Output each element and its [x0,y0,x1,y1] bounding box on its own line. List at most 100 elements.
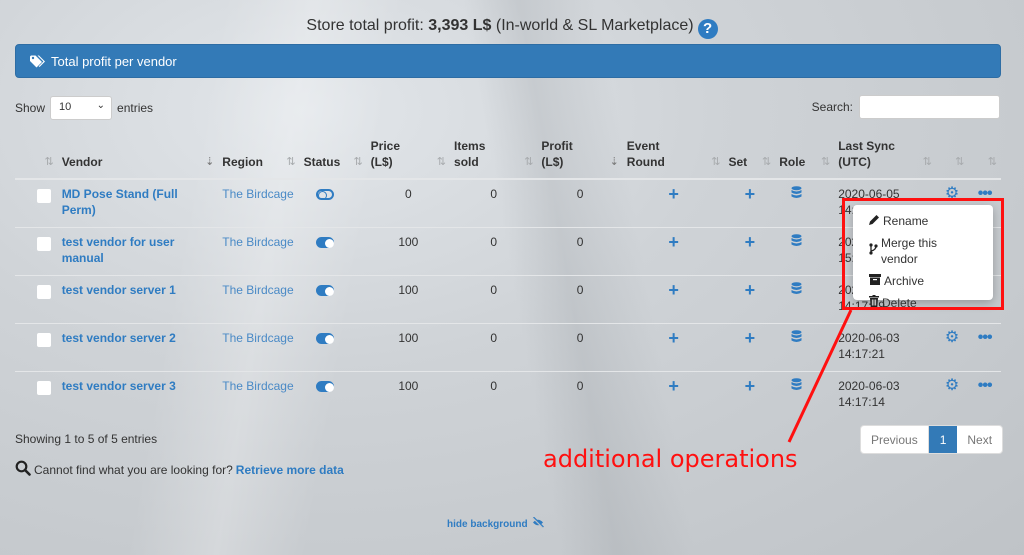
last-sync-cell: 2020-06-03 14:17:14 [834,370,936,419]
vendor-cell: test vendor server 3 [57,370,219,419]
add-set-icon[interactable]: + [728,329,771,347]
add-event-round-icon[interactable]: + [627,377,721,395]
more-cell: ••• [968,322,1001,371]
region-link[interactable]: The Birdcage [222,235,293,249]
col-price[interactable]: Price (L$) ⇅ [366,132,451,180]
col-profit[interactable]: Profit (L$) ⇣ [537,132,623,180]
settings-cell: ⚙ [935,322,969,371]
price-cell: 100 [366,274,451,323]
hide-background-link[interactable]: hide background [447,516,544,531]
vendor-link[interactable]: test vendor server 2 [62,331,176,345]
entries-select[interactable]: 10 ⌄ [50,96,113,120]
add-event-round-icon[interactable]: + [627,185,721,203]
sort-icon[interactable]: ⇅ [923,154,932,170]
status-toggle[interactable] [316,332,335,344]
col-last-sync[interactable]: Last Sync (UTC) ⇅ [834,132,936,180]
items-sold-cell: 0 [450,226,538,275]
row-checkbox[interactable] [37,284,51,299]
entries-length-control: Show 10 ⌄ entries [15,96,153,120]
add-event-round-icon[interactable]: + [627,281,721,299]
sort-icon[interactable]: ⇅ [711,154,720,170]
col-items-sold[interactable]: Items sold ⇅ [450,132,538,180]
sort-icon[interactable]: ⇅ [762,154,771,170]
price-cell: 100 [366,322,451,371]
set-cell: + [724,274,776,323]
sort-icon[interactable]: ⇅ [988,154,997,170]
status-cell [299,274,367,323]
add-set-icon[interactable]: + [728,281,771,299]
sort-icon[interactable]: ⇅ [44,154,53,170]
select-cell [15,322,58,371]
gear-icon[interactable]: ⚙ [940,377,965,394]
gear-icon[interactable]: ⚙ [940,329,965,346]
sort-icon[interactable]: ⇅ [955,154,964,170]
database-icon[interactable] [779,233,814,251]
sort-asc-icon[interactable]: ⇣ [205,154,214,170]
retrieve-more-data-link[interactable]: Retrieve more data [236,463,344,477]
settings-cell: ⚙ [935,370,969,419]
row-checkbox[interactable] [37,332,51,347]
col-set[interactable]: Set ⇅ [724,132,776,180]
region-link[interactable]: The Birdcage [222,283,293,297]
col-role[interactable]: Role ⇅ [775,132,835,180]
sync-time: 14:17:21 [838,346,885,361]
col-status[interactable]: Status ⇅ [299,132,367,180]
col-region[interactable]: Region ⇅ [218,132,300,180]
search-input[interactable] [859,95,1000,119]
database-icon[interactable] [779,281,814,299]
region-link[interactable]: The Birdcage [222,379,293,393]
tags-icon [30,55,46,68]
sort-icon[interactable]: ⇅ [286,154,295,170]
col-settings[interactable]: ⇅ [935,132,969,180]
row-checkbox[interactable] [37,380,51,395]
annotation-label: additional operations [543,445,798,473]
vendor-link[interactable]: test vendor server 1 [62,283,176,297]
col-more[interactable]: ⇅ [968,132,1001,180]
previous-page-button[interactable]: Previous [861,426,929,453]
status-toggle[interactable] [316,284,335,296]
vendor-link[interactable]: test vendor server 3 [62,379,176,393]
event-round-cell: + [622,370,725,419]
retrieve-row: Cannot find what you are looking for? Re… [15,460,344,479]
pagination: Previous 1 Next [860,425,1004,454]
sort-icon[interactable]: ⇅ [437,154,446,170]
more-options-icon[interactable]: ••• [972,377,997,394]
row-checkbox[interactable] [37,236,51,251]
select-cell [15,274,58,323]
role-cell [775,274,835,323]
sort-icon[interactable]: ⇅ [821,154,830,170]
entries-selected-value: 10 [59,101,72,113]
vendor-link[interactable]: MD Pose Stand (Full Perm) [62,187,178,217]
database-icon[interactable] [779,329,814,347]
sort-desc-icon[interactable]: ⇣ [610,154,619,170]
row-checkbox[interactable] [37,189,51,203]
database-icon[interactable] [779,186,814,203]
sort-icon[interactable]: ⇅ [524,154,533,170]
page-1-button[interactable]: 1 [928,426,958,453]
add-set-icon[interactable]: + [728,233,771,251]
set-cell: + [724,179,775,227]
col-vendor[interactable]: Vendor ⇣ [57,132,219,180]
add-set-icon[interactable]: + [728,377,771,395]
add-event-round-icon[interactable]: + [627,329,721,347]
status-toggle[interactable] [316,189,335,200]
vendor-link[interactable]: test vendor for user manual [62,235,175,265]
more-options-icon[interactable]: ••• [972,329,997,346]
items-sold-cell: 0 [450,370,538,419]
region-link[interactable]: The Birdcage [222,331,293,345]
add-set-icon[interactable]: + [728,185,771,203]
search-control: Search: [812,95,1000,119]
question-circle-icon[interactable]: ? [697,19,718,39]
next-page-button[interactable]: Next [957,426,1002,453]
more-cell: ••• [968,370,1001,419]
status-toggle[interactable] [316,380,335,392]
col-select[interactable]: ⇅ [15,132,58,180]
status-toggle[interactable] [316,236,335,248]
event-round-cell: + [622,322,725,371]
sort-icon[interactable]: ⇅ [353,154,362,170]
region-link[interactable]: The Birdcage [222,187,293,201]
database-icon[interactable] [779,377,814,395]
status-cell [299,322,367,371]
add-event-round-icon[interactable]: + [627,233,721,251]
col-event-round[interactable]: Event Round ⇅ [622,132,725,180]
